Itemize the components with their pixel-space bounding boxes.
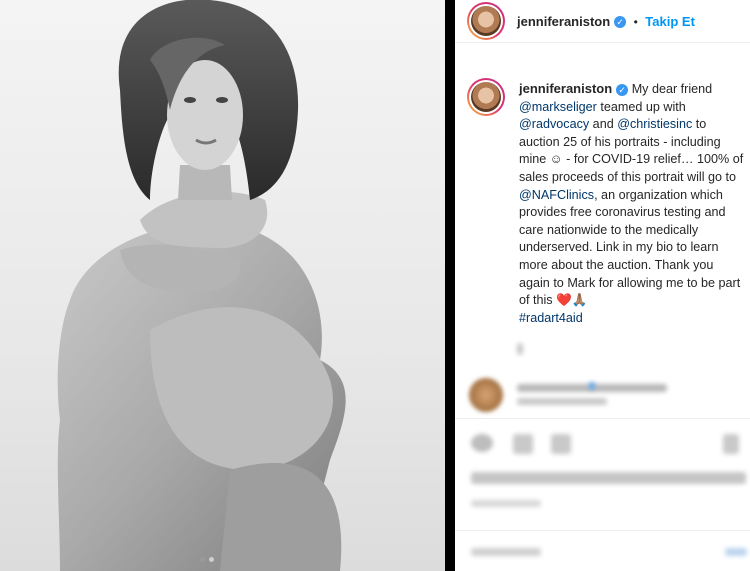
divider (455, 530, 750, 531)
post-details-panel: jenniferaniston ✓ • Takip Et jenniferanis… (455, 0, 750, 571)
caption-author-avatar[interactable] (467, 78, 505, 116)
mention-christiesinc[interactable]: @christiesinc (617, 117, 692, 131)
comment-icon[interactable] (513, 434, 533, 454)
caption-text: My dear friend (631, 82, 713, 96)
blurred-date (471, 500, 541, 507)
heart-icon[interactable] (471, 434, 493, 452)
divider (455, 418, 750, 419)
caption-username[interactable]: jenniferaniston (519, 81, 612, 96)
verified-icon: ✓ (614, 15, 627, 28)
portrait-illustration (57, 0, 346, 571)
caption-text: auction 25 of his portraits - including … (519, 134, 744, 184)
post-photo (0, 0, 445, 571)
mention-nafclinics[interactable]: @NAFClinics (519, 188, 594, 202)
commenter-avatar (469, 378, 503, 412)
caption-text: teamed up with (596, 99, 686, 114)
blurred-likes (471, 472, 746, 484)
add-comment-input[interactable] (471, 548, 541, 556)
share-icon[interactable] (551, 434, 571, 454)
post-header: jenniferaniston ✓ • Takip Et (455, 0, 750, 43)
mention-radvocacy[interactable]: @radvocacy (519, 117, 589, 131)
bookmark-icon[interactable] (723, 434, 739, 454)
hashtag-radart4aid[interactable]: #radart4aid (519, 311, 583, 325)
post-caption: jenniferaniston ✓ My dear friend @marksel… (519, 80, 747, 327)
caption-text: and (589, 117, 618, 132)
caption-text: , an organization which provides free co… (519, 187, 741, 308)
separator-dot: • (633, 15, 638, 29)
carousel-dot-1[interactable] (200, 557, 205, 562)
mention-markseliger[interactable]: @markseliger (519, 100, 597, 114)
author-avatar[interactable] (467, 2, 505, 40)
modal-gap (445, 0, 455, 571)
blurred-timestamp (517, 343, 523, 355)
emoji-heart-pray: ❤️🙏🏽 (556, 293, 588, 308)
caption-text: to (692, 117, 707, 132)
follow-button[interactable]: Takip Et (645, 14, 695, 29)
post-comment-button[interactable] (725, 548, 747, 556)
verified-icon: ✓ (616, 83, 629, 96)
carousel-dot-2[interactable] (209, 557, 214, 562)
author-username[interactable]: jenniferaniston (517, 14, 610, 29)
